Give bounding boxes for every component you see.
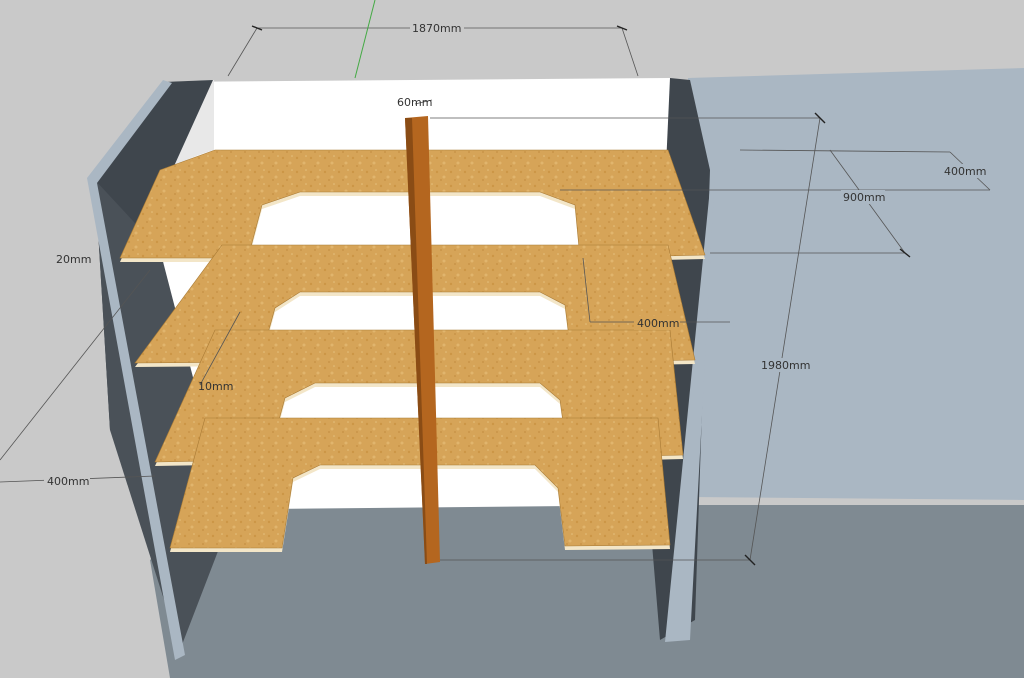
dim-height: 1980mm (761, 359, 810, 372)
dim-right-offset: 900mm (843, 191, 885, 204)
shelf-model-viewport[interactable]: 1870mm 60mm 400mm 900mm 1980mm 20mm 400m… (0, 0, 1024, 678)
dim-post-width: 60mm (397, 96, 432, 109)
back-side-panel (688, 68, 1024, 500)
dim-overall-width: 1870mm (412, 22, 461, 35)
dim-depth-right: 400mm (944, 165, 986, 178)
dim-notch-depth: 400mm (637, 317, 679, 330)
dim-left-depth: 400mm (47, 475, 89, 488)
dim-shelf-thickness: 20mm (56, 253, 91, 266)
dim-inner-gap: 10mm (198, 380, 233, 393)
